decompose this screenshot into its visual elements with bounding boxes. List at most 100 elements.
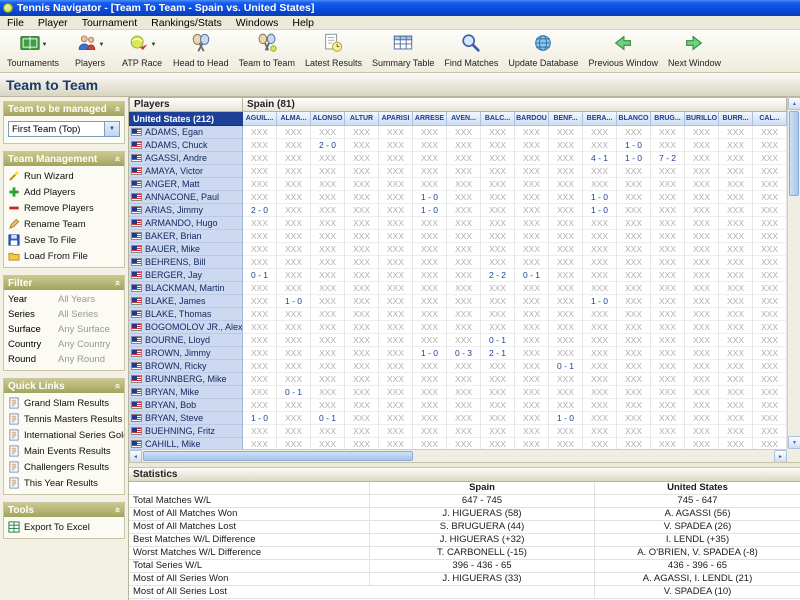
grid-cell[interactable]: XXX [685, 126, 719, 139]
grid-cell[interactable]: XXX [345, 386, 379, 399]
grid-cell[interactable]: XXX [413, 308, 447, 321]
grid-cell[interactable]: XXX [277, 126, 311, 139]
grid-cell[interactable]: XXX [753, 334, 787, 347]
grid-cell[interactable]: XXX [549, 204, 583, 217]
grid-cell[interactable]: XXX [345, 217, 379, 230]
grid-cell[interactable]: XXX [277, 282, 311, 295]
grid-cell[interactable]: XXX [685, 425, 719, 438]
grid-cell[interactable]: XXX [583, 165, 617, 178]
grid-cell[interactable]: XXX [311, 230, 345, 243]
grid-cell[interactable]: XXX [311, 373, 345, 386]
grid-cell[interactable]: 1 - 0 [549, 412, 583, 425]
grid-cell[interactable]: XXX [447, 269, 481, 282]
grid-cell[interactable]: 2 - 2 [481, 269, 515, 282]
grid-cell[interactable]: XXX [345, 256, 379, 269]
player-cell-amaya-victor[interactable]: AMAYA, Victor [129, 165, 243, 178]
scroll-down-arrow[interactable]: ▼ [788, 436, 800, 449]
grid-cell[interactable]: XXX [243, 126, 277, 139]
grid-cell[interactable]: XXX [583, 126, 617, 139]
panel-header-quick-links[interactable]: Quick Links« [4, 379, 124, 393]
grid-cell[interactable]: XXX [481, 412, 515, 425]
chevron-up-icon[interactable]: « [112, 507, 122, 513]
grid-cell[interactable]: 1 - 0 [277, 295, 311, 308]
grid-cell[interactable]: XXX [753, 386, 787, 399]
dropdown-arrow-icon[interactable]: ▼ [99, 42, 105, 48]
grid-cell[interactable]: XXX [719, 191, 753, 204]
vertical-scroll-track[interactable] [788, 197, 800, 436]
grid-cell[interactable]: XXX [753, 217, 787, 230]
grid-cell[interactable]: XXX [719, 139, 753, 152]
column-header-blanco[interactable]: BLANCO [617, 112, 651, 126]
grid-cell[interactable]: XXX [617, 178, 651, 191]
grid-cell[interactable]: XXX [345, 308, 379, 321]
grid-cell[interactable]: XXX [447, 412, 481, 425]
grid-cell[interactable]: XXX [447, 438, 481, 449]
grid-cell[interactable]: XXX [447, 399, 481, 412]
grid-cell[interactable]: XXX [753, 139, 787, 152]
grid-cell[interactable]: XXX [685, 139, 719, 152]
grid-cell[interactable]: XXX [651, 373, 685, 386]
grid-cell[interactable]: XXX [481, 191, 515, 204]
player-cell-bryan-steve[interactable]: BRYAN, Steve [129, 412, 243, 425]
sidebar-item-international-series-gold-results[interactable]: International Series Gold Results [4, 427, 124, 443]
grid-cell[interactable]: XXX [685, 204, 719, 217]
grid-cell[interactable]: XXX [685, 282, 719, 295]
toolbar-latest-results[interactable]: Latest Results [300, 31, 367, 71]
grid-cell[interactable]: XXX [617, 438, 651, 449]
grid-cell[interactable]: XXX [549, 191, 583, 204]
grid-cell[interactable]: XXX [481, 204, 515, 217]
grid-cell[interactable]: XXX [447, 217, 481, 230]
grid-cell[interactable]: XXX [345, 126, 379, 139]
column-header-arrese[interactable]: ARRESE [413, 112, 447, 126]
grid-cell[interactable]: XXX [243, 438, 277, 449]
grid-cell[interactable]: XXX [481, 438, 515, 449]
grid-cell[interactable]: XXX [481, 217, 515, 230]
grid-cell[interactable]: XXX [719, 256, 753, 269]
grid-cell[interactable]: XXX [311, 360, 345, 373]
grid-cell[interactable]: XXX [651, 230, 685, 243]
grid-cell[interactable]: XXX [515, 204, 549, 217]
grid-cell[interactable]: XXX [515, 243, 549, 256]
grid-cell[interactable]: XXX [481, 230, 515, 243]
grid-cell[interactable]: XXX [651, 269, 685, 282]
grid-cell[interactable]: XXX [447, 256, 481, 269]
grid-cell[interactable]: XXX [515, 386, 549, 399]
grid-cell[interactable]: 1 - 0 [413, 204, 447, 217]
grid-cell[interactable]: XXX [277, 243, 311, 256]
grid-cell[interactable]: XXX [379, 165, 413, 178]
sidebar-item-rename-team[interactable]: Rename Team [4, 216, 124, 232]
grid-cell[interactable]: XXX [719, 386, 753, 399]
menu-help[interactable]: Help [285, 16, 321, 29]
player-cell-armando-hugo[interactable]: ARMANDO, Hugo [129, 217, 243, 230]
grid-cell[interactable]: XXX [685, 399, 719, 412]
grid-cell[interactable]: XXX [651, 191, 685, 204]
grid-cell[interactable]: XXX [311, 152, 345, 165]
grid-cell[interactable]: XXX [753, 308, 787, 321]
player-cell-agassi-andre[interactable]: AGASSI, Andre [129, 152, 243, 165]
player-cell-brown-ricky[interactable]: BROWN, Ricky [129, 360, 243, 373]
grid-cell[interactable]: XXX [651, 386, 685, 399]
panel-header-team-management[interactable]: Team Management« [4, 152, 124, 166]
grid-cell[interactable]: XXX [311, 243, 345, 256]
sidebar-item-main-events-results[interactable]: Main Events Results [4, 443, 124, 459]
sidebar-item-load-from-file[interactable]: Load From File [4, 248, 124, 264]
grid-cell[interactable]: XXX [651, 178, 685, 191]
grid-cell[interactable]: XXX [549, 217, 583, 230]
grid-cell[interactable]: XXX [447, 360, 481, 373]
grid-cell[interactable]: XXX [277, 230, 311, 243]
grid-cell[interactable]: XXX [685, 386, 719, 399]
grid-cell[interactable]: XXX [685, 230, 719, 243]
grid-cell[interactable]: XXX [651, 295, 685, 308]
grid-cell[interactable]: 0 - 3 [447, 347, 481, 360]
menu-player[interactable]: Player [31, 16, 75, 29]
grid-cell[interactable]: XXX [413, 243, 447, 256]
grid-cell[interactable]: XXX [651, 243, 685, 256]
grid-cell[interactable]: XXX [345, 412, 379, 425]
grid-cell[interactable]: XXX [277, 347, 311, 360]
grid-cell[interactable]: XXX [549, 178, 583, 191]
sidebar-item-save-to-file[interactable]: Save To File [4, 232, 124, 248]
grid-cell[interactable]: XXX [345, 438, 379, 449]
grid-cell[interactable]: XXX [583, 139, 617, 152]
grid-cell[interactable]: XXX [753, 152, 787, 165]
grid-cell[interactable]: XXX [617, 165, 651, 178]
